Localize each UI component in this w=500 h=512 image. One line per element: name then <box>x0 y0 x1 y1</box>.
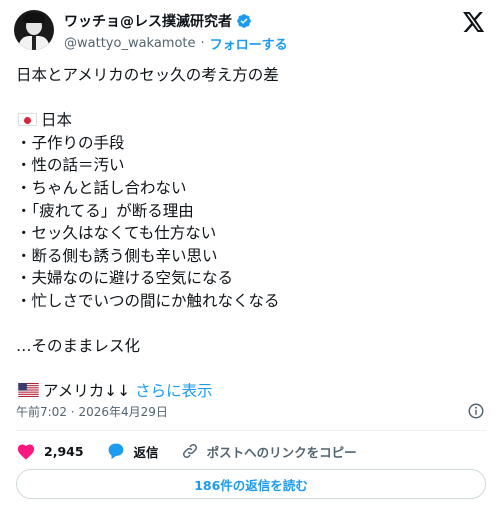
info-icon[interactable] <box>467 402 485 420</box>
copy-link-label: ポストへのリンクをコピー <box>206 444 357 460</box>
action-bar: 2,945 返信 ポストへのリンクをコピー <box>16 440 379 462</box>
tweet-time: 午前7:02 <box>16 405 67 419</box>
tweet-line: 日本とアメリカのセッ久の考え方の差 <box>16 66 279 84</box>
tweet-line: ・夫婦なのに避ける空気になる <box>16 269 234 288</box>
verified-badge-icon <box>237 14 251 28</box>
handle-separator: · <box>200 35 205 51</box>
tweet-line: ・断る側も誘う側も辛い思い <box>16 246 218 265</box>
tweet-line-usa: アメリカ↓↓ さらに表示 <box>16 380 486 403</box>
tweet-timestamp[interactable]: 午前7:02 · 2026年4月29日 <box>16 403 168 420</box>
tweet-line-japan: 日本 <box>16 109 486 132</box>
us-flag-icon <box>18 383 39 398</box>
like-count: 2,945 <box>44 443 84 459</box>
tweet-line: ・子作りの手段 <box>16 133 125 152</box>
tweet-line: …そのままレス化 <box>16 337 141 356</box>
avatar-tie-shape <box>32 36 36 50</box>
author-handle[interactable]: @wattyo_wakamote <box>64 36 196 51</box>
divider <box>16 430 486 431</box>
author-display-name[interactable]: ワッチョ@レス撲滅研究者 <box>64 11 232 31</box>
tweet-line: ・セッ久はなくても仕方ない <box>16 224 217 243</box>
tweet-line: ・忙しさでいつの間にか触れなくなる <box>16 291 280 310</box>
author-handle-row: @wattyo_wakamote · フォローする <box>64 33 288 53</box>
tweet-line-text: アメリカ↓↓ <box>43 382 131 401</box>
reply-bubble-icon <box>108 443 123 460</box>
avatar[interactable] <box>14 10 54 50</box>
tweet-text: 日本とアメリカのセッ久の考え方の差 日本 ・子作りの手段 ・性の話＝汚い ・ちゃ… <box>16 64 486 403</box>
read-replies-button[interactable]: 186件の返信を読む <box>16 469 486 499</box>
timestamp-separator: · <box>70 405 75 419</box>
heart-icon <box>17 444 35 460</box>
japan-flag-icon <box>18 113 37 127</box>
tweet-date: 2026年4月29日 <box>78 405 168 419</box>
tweet-line: ・「疲れてる」が断る理由 <box>16 201 194 220</box>
reply-label: 返信 <box>133 444 159 460</box>
follow-button[interactable]: フォローする <box>210 34 288 53</box>
tweet-line: ・ちゃんと話し合わない <box>16 178 187 197</box>
show-more-link[interactable]: さらに表示 <box>135 382 213 400</box>
reply-button[interactable]: 返信 <box>106 442 159 461</box>
tweet-header: ワッチョ@レス撲滅研究者 @wattyo_wakamote · フォローする <box>0 0 500 62</box>
tweet-line-text: 日本 <box>41 111 73 130</box>
copy-link-button[interactable]: ポストへのリンクをコピー <box>181 442 357 461</box>
like-button[interactable]: 2,945 <box>16 442 84 460</box>
avatar-hair-shape <box>23 13 45 23</box>
author-name-row: ワッチョ@レス撲滅研究者 <box>64 11 252 31</box>
tweet-line: ・性の話＝汚い <box>16 156 125 175</box>
link-icon <box>182 443 197 459</box>
x-logo-icon[interactable] <box>463 12 485 32</box>
